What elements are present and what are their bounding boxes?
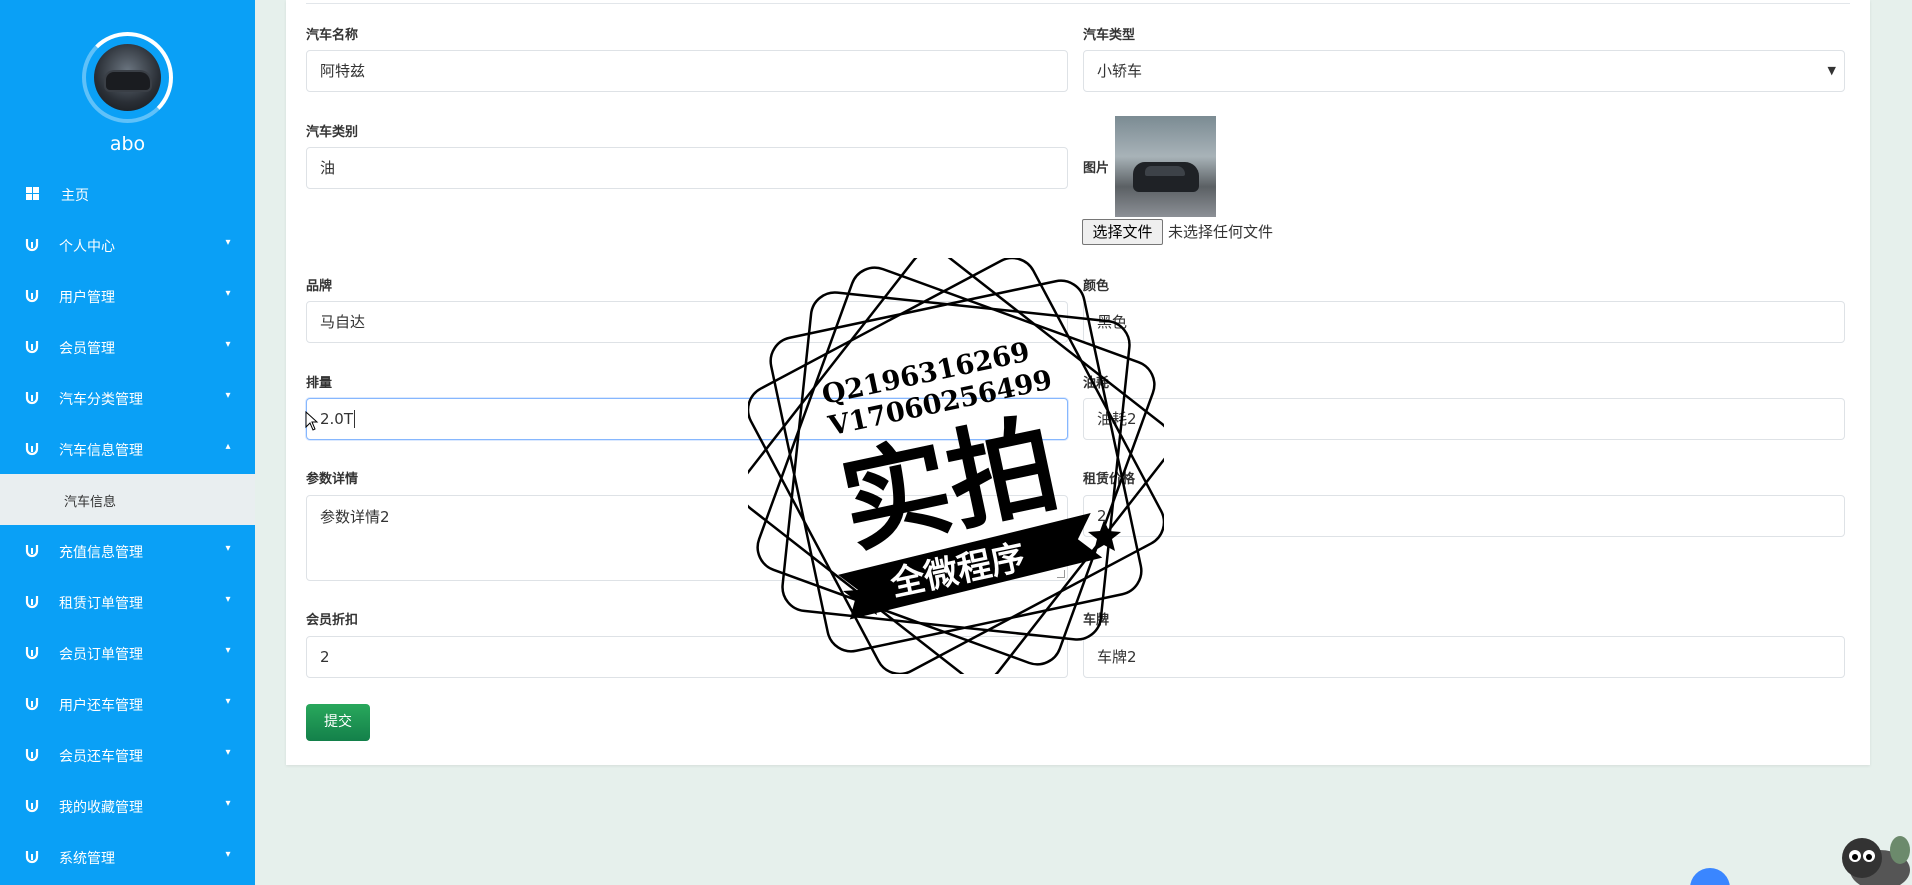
sidebar-item[interactable]: 我的收藏管理 ▾ xyxy=(0,780,255,831)
sidebar-subitem-label: 汽车信息 xyxy=(64,495,117,510)
params-label: 参数详情 xyxy=(306,472,359,487)
mascot-image xyxy=(1842,836,1910,885)
chevron-down-icon: ▾ xyxy=(225,645,231,656)
chevron-down-icon: ▾ xyxy=(225,339,231,350)
avatar[interactable] xyxy=(94,44,161,111)
settings-icon xyxy=(25,543,40,558)
sidebar-item-label: 用户还车管理 xyxy=(59,698,143,714)
image-label: 图片 xyxy=(1083,161,1110,176)
sidebar-item-label: 系统管理 xyxy=(59,851,115,867)
car-category-input[interactable]: 油 xyxy=(306,147,1068,189)
car-category-label: 汽车类别 xyxy=(306,125,359,140)
chevron-down-icon: ▾ xyxy=(225,390,231,401)
sidebar-item[interactable]: 租赁订单管理 ▾ xyxy=(0,576,255,627)
sidebar-item-label: 汽车分类管理 xyxy=(59,392,143,408)
chevron-down-icon: ▾ xyxy=(225,543,231,554)
settings-icon xyxy=(25,339,40,354)
settings-icon xyxy=(25,441,40,456)
car-photo xyxy=(1115,116,1216,217)
sidebar: abo 主页个人中心 ▾ 用户管理 ▾ 会员管理 ▾ 汽车分类管理 ▾ 汽车信息管理 ▴ 汽车信息充… xyxy=(0,0,255,885)
floating-button[interactable] xyxy=(1690,868,1730,885)
sidebar-menu: 主页个人中心 ▾ 用户管理 ▾ 会员管理 ▾ 汽车分类管理 ▾ 汽车信息管理 ▴ 汽车信息充值信息管… xyxy=(0,168,255,882)
text-caret xyxy=(354,410,356,428)
username: abo xyxy=(109,133,146,155)
mouse-cursor-icon xyxy=(305,411,319,431)
displacement-label: 排量 xyxy=(306,376,333,391)
sidebar-subitem-car-info[interactable]: 汽车信息 xyxy=(0,474,255,525)
chevron-down-icon: ▾ xyxy=(225,237,231,248)
file-status: 未选择任何文件 xyxy=(1168,223,1274,241)
color-input[interactable]: 黑色 xyxy=(1083,301,1845,343)
fuel-input[interactable]: 油耗2 xyxy=(1083,398,1845,440)
brand-label: 品牌 xyxy=(306,279,333,294)
chevron-down-icon: ▾ xyxy=(225,696,231,707)
sidebar-item-label: 个人中心 xyxy=(59,239,115,255)
sidebar-item-label: 我的收藏管理 xyxy=(59,800,143,816)
sidebar-item-label: 用户管理 xyxy=(59,290,115,306)
sidebar-item[interactable]: 充值信息管理 ▾ xyxy=(0,525,255,576)
divider xyxy=(306,0,1850,4)
chevron-down-icon: ▾ xyxy=(225,849,231,860)
settings-icon xyxy=(25,696,40,711)
car-type-select[interactable]: 小轿车 ▼ xyxy=(1083,50,1845,92)
rent-price-input[interactable]: 2 xyxy=(1083,495,1845,537)
sidebar-item[interactable]: 会员管理 ▾ xyxy=(0,321,255,372)
sidebar-item[interactable]: 会员订单管理 ▾ xyxy=(0,627,255,678)
params-value: 参数详情2 xyxy=(320,508,390,526)
choose-file-button[interactable]: 选择文件 xyxy=(1082,219,1163,245)
sidebar-item-label: 租赁订单管理 xyxy=(59,596,143,612)
car-name-input[interactable]: 阿特兹 xyxy=(306,50,1068,92)
chevron-down-icon: ▾ xyxy=(225,747,231,758)
dashboard-icon xyxy=(25,186,40,201)
chevron-down-icon: ▼ xyxy=(1827,64,1836,77)
sidebar-item-label: 会员管理 xyxy=(59,341,115,357)
sidebar-item[interactable]: 系统管理 ▾ xyxy=(0,831,255,882)
settings-icon xyxy=(25,288,40,303)
sidebar-item-label: 充值信息管理 xyxy=(59,545,143,561)
displacement-value: 2.0T xyxy=(320,410,354,428)
sidebar-item-label: 汽车信息管理 xyxy=(59,443,143,459)
submit-button[interactable]: 提交 xyxy=(306,704,370,741)
settings-icon xyxy=(25,594,40,609)
settings-icon xyxy=(25,747,40,762)
sidebar-item[interactable]: 用户管理 ▾ xyxy=(0,270,255,321)
member-discount-label: 会员折扣 xyxy=(306,613,359,628)
plate-input[interactable]: 车牌2 xyxy=(1083,636,1845,678)
watermark-stamp: Q2196316269 V17060256499 实拍 全微程序 xyxy=(748,258,1164,674)
sidebar-item-label: 主页 xyxy=(61,188,89,204)
settings-icon xyxy=(25,645,40,660)
sidebar-item-label: 会员还车管理 xyxy=(59,749,143,765)
sidebar-item[interactable]: 汽车分类管理 ▾ xyxy=(0,372,255,423)
settings-icon xyxy=(25,849,40,864)
sidebar-item[interactable]: 个人中心 ▾ xyxy=(0,219,255,270)
sidebar-item-label: 会员订单管理 xyxy=(59,647,143,663)
car-type-value: 小轿车 xyxy=(1097,62,1143,80)
car-name-label: 汽车名称 xyxy=(306,28,359,43)
chevron-down-icon: ▾ xyxy=(225,798,231,809)
sidebar-item[interactable]: 主页 xyxy=(0,168,255,219)
sidebar-item[interactable]: 汽车信息管理 ▴ xyxy=(0,423,255,474)
sidebar-item[interactable]: 会员还车管理 ▾ xyxy=(0,729,255,780)
chevron-down-icon: ▾ xyxy=(225,288,231,299)
settings-icon xyxy=(25,390,40,405)
settings-icon xyxy=(25,237,40,252)
chevron-down-icon: ▾ xyxy=(225,594,231,605)
sidebar-item[interactable]: 用户还车管理 ▾ xyxy=(0,678,255,729)
car-type-label: 汽车类型 xyxy=(1083,28,1136,43)
chevron-up-icon: ▴ xyxy=(225,441,231,452)
settings-icon xyxy=(25,798,40,813)
avatar-ring xyxy=(82,32,173,123)
